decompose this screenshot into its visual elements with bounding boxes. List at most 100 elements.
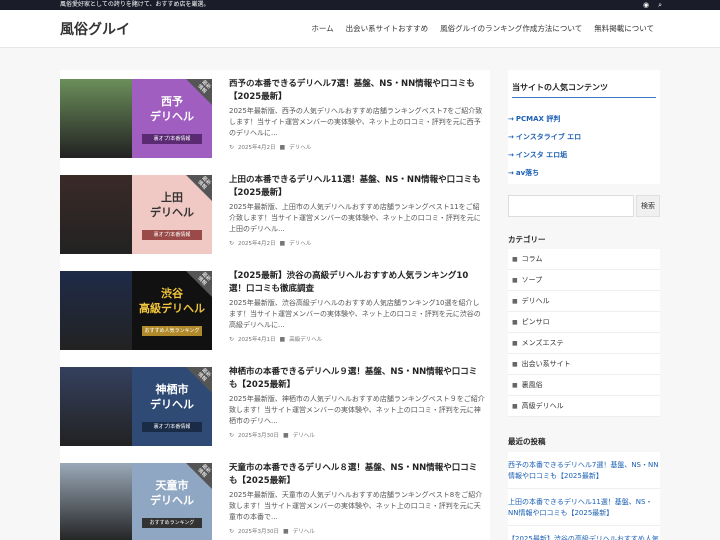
popular-link-label: インスタライブ エロ: [515, 133, 582, 141]
thumbnail-badge: おすすめ人気ランキング: [142, 326, 202, 336]
search-input[interactable]: [508, 195, 634, 217]
update-icon: ↻: [229, 335, 235, 343]
category-label: 出会い系サイト: [521, 360, 571, 368]
popular-link[interactable]: → PCMAX 評判: [508, 110, 660, 128]
thumbnail-badge: 裏オプ/本番情報: [142, 230, 202, 240]
folder-icon: ■: [283, 431, 289, 439]
topbar: 風俗愛好家としての誇りを賭けて、おすすめ店を厳選。 ◉ ⌕: [0, 0, 720, 10]
post-meta: ↻ 2025年3月30日 ■ デリヘル: [229, 527, 315, 536]
category-item[interactable]: ■ 出会い系サイト: [508, 354, 660, 375]
nav-deaikei[interactable]: 出会い系サイトおすすめ: [346, 23, 429, 34]
category-item[interactable]: ■ 高級デリヘル: [508, 396, 660, 417]
post-thumbnail[interactable]: 西予 デリヘル 裏オプ/本番情報 最新情報: [60, 79, 212, 158]
post-category-link[interactable]: デリヘル: [293, 431, 315, 439]
popular-link-label: インスタ エロ垢: [515, 151, 568, 159]
global-nav: ホーム 出会い系サイトおすすめ 風俗グルイのランキング作成方法について 無料掲載…: [299, 23, 654, 34]
site-header: 風俗グルイ ホーム 出会い系サイトおすすめ 風俗グルイのランキング作成方法につい…: [0, 10, 720, 48]
post-title[interactable]: 西予の本番できるデリヘル7選！基盤、NS・NN情報や口コミも【2025最新】: [229, 78, 485, 104]
popular-link-label: av落ち: [515, 169, 540, 177]
post-excerpt: 2025年最新版、神栖市の人気デリヘルおすすめ店舗ランキングベスト９をご紹介致し…: [229, 395, 485, 425]
recent-post-link[interactable]: 【2025最新】渋谷の高級デリヘルおすすめ人気: [508, 526, 660, 540]
category-label: 高級デリヘル: [521, 402, 564, 410]
popular-heading: 当サイトの人気コンテンツ: [512, 82, 656, 98]
folder-icon: ■: [512, 318, 518, 326]
folder-icon: ■: [512, 276, 518, 284]
arrow-right-icon: →: [508, 115, 514, 123]
folder-icon: ■: [512, 360, 518, 368]
post-category-link[interactable]: デリヘル: [289, 239, 311, 247]
post-category-link[interactable]: デリヘル: [289, 143, 311, 151]
thumbnail-badge: 裏オプ/本番情報: [142, 134, 202, 144]
post-item: 天童市 デリヘル おすすめランキング 最新情報 天童市の本番できるデリヘル８選！…: [60, 454, 490, 540]
post-category-link[interactable]: 高級デリヘル: [289, 335, 322, 343]
nav-home[interactable]: ホーム: [311, 23, 333, 34]
post-item: 渋谷 高級デリヘル おすすめ人気ランキング 最新情報 【2025最新】渋谷の高級…: [60, 262, 490, 354]
popular-link-label: PCMAX 評判: [515, 115, 561, 123]
post-item: 神栖市 デリヘル 裏オプ/本番情報 最新情報 神栖市の本番できるデリヘル９選！基…: [60, 358, 490, 450]
search-form: 検索: [508, 195, 660, 217]
post-date: 2025年4月2日: [238, 145, 276, 151]
post-date: 2025年3月30日: [238, 529, 280, 535]
rss-icon[interactable]: ◉: [643, 0, 649, 10]
category-item[interactable]: ■ 裏風俗: [508, 375, 660, 396]
recent-heading: 最近の投稿: [508, 437, 546, 446]
site-title[interactable]: 風俗グルイ: [60, 19, 130, 39]
thumbnail-photo: [60, 463, 136, 540]
post-item: 上田 デリヘル 裏オプ/本番情報 最新情報 上田の本番できるデリヘル11選！基盤…: [60, 166, 490, 258]
folder-icon: ■: [512, 402, 518, 410]
category-label: コラム: [521, 255, 543, 263]
folder-icon: ■: [512, 255, 518, 263]
post-category-link[interactable]: デリヘル: [293, 527, 315, 535]
popular-link[interactable]: → インスタライブ エロ: [508, 128, 660, 146]
popular-link[interactable]: → インスタ エロ垢: [508, 146, 660, 164]
post-thumbnail[interactable]: 神栖市 デリヘル 裏オプ/本番情報 最新情報: [60, 367, 212, 446]
post-date: 2025年4月2日: [238, 241, 276, 247]
post-thumbnail[interactable]: 上田 デリヘル 裏オプ/本番情報 最新情報: [60, 175, 212, 254]
thumbnail-badge: 裏オプ/本番情報: [142, 422, 202, 432]
category-label: デリヘル: [521, 297, 550, 305]
post-thumbnail[interactable]: 天童市 デリヘル おすすめランキング 最新情報: [60, 463, 212, 540]
folder-icon: ■: [279, 335, 286, 343]
nav-free-listing[interactable]: 無料掲載について: [594, 23, 654, 34]
post-title[interactable]: 上田の本番できるデリヘル11選！基盤、NS・NN情報や口コミも【2025最新】: [229, 174, 485, 200]
popular-link[interactable]: → av落ち: [508, 164, 660, 182]
post-meta: ↻ 2025年4月2日 ■ デリヘル: [229, 239, 311, 248]
thumbnail-photo: [60, 175, 136, 254]
search-icon[interactable]: ⌕: [658, 0, 662, 10]
category-item[interactable]: ■ コラム: [508, 249, 660, 270]
folder-icon: ■: [512, 297, 518, 305]
category-heading: カテゴリー: [508, 235, 546, 244]
category-item[interactable]: ■ ピンサロ: [508, 312, 660, 333]
post-meta: ↻ 2025年4月1日 ■ 高級デリヘル: [229, 335, 322, 344]
recent-posts-list: 西予の本番できるデリヘル7選！基盤、NS・NN情報や口コミも【2025最新】 上田…: [508, 452, 660, 540]
thumbnail-photo: [60, 271, 136, 350]
nav-ranking-method[interactable]: 風俗グルイのランキング作成方法について: [440, 23, 582, 34]
post-meta: ↻ 2025年3月30日 ■ デリヘル: [229, 431, 315, 440]
popular-widget: 当サイトの人気コンテンツ → PCMAX 評判 → インスタライブ エロ → インスタ エ…: [508, 70, 660, 184]
post-thumbnail[interactable]: 渋谷 高級デリヘル おすすめ人気ランキング 最新情報: [60, 271, 212, 350]
post-date: 2025年3月30日: [238, 433, 280, 439]
post-title[interactable]: 天童市の本番できるデリヘル８選！基盤、NS・NN情報や口コミも【2025最新】: [229, 462, 485, 488]
post-title[interactable]: 【2025最新】渋谷の高級デリヘルおすすめ人気ランキング10選！口コミも徹底調査: [229, 270, 485, 296]
category-list: ■ コラム ■ ソープ ■ デリヘル ■ ピンサロ ■ メンズエステ ■ 出会い系サイト ■ 裏風俗 ■ 高級…: [508, 249, 660, 417]
category-item[interactable]: ■ デリヘル: [508, 291, 660, 312]
category-label: メンズエステ: [521, 339, 564, 347]
update-icon: ↻: [229, 239, 235, 247]
recent-post-link[interactable]: 西予の本番できるデリヘル7選！基盤、NS・NN情報や口コミも【2025最新】: [508, 452, 660, 489]
folder-icon: ■: [283, 527, 289, 535]
update-icon: ↻: [229, 527, 235, 535]
post-meta: ↻ 2025年4月2日 ■ デリヘル: [229, 143, 311, 152]
post-title[interactable]: 神栖市の本番できるデリヘル９選！基盤、NS・NN情報や口コミも【2025最新】: [229, 366, 485, 392]
category-label: ソープ: [521, 276, 543, 284]
folder-icon: ■: [279, 239, 286, 247]
category-label: 裏風俗: [521, 381, 543, 389]
post-item: 西予 デリヘル 裏オプ/本番情報 最新情報 西予の本番できるデリヘル7選！基盤、…: [60, 70, 490, 162]
thumbnail-badge: おすすめランキング: [142, 518, 202, 528]
category-item[interactable]: ■ ソープ: [508, 270, 660, 291]
post-excerpt: 2025年最新版、西予の人気デリヘルおすすめ店舗ランキングベスト7をご紹介致しま…: [229, 107, 483, 137]
recent-post-link[interactable]: 上田の本番できるデリヘル11選！基盤、NS・NN情報や口コミも【2025最新】: [508, 489, 660, 526]
search-button[interactable]: 検索: [636, 195, 660, 217]
post-excerpt: 2025年最新版、天童市の人気デリヘルおすすめ店舗ランキングベスト8をご紹介致し…: [229, 491, 483, 521]
category-item[interactable]: ■ メンズエステ: [508, 333, 660, 354]
post-date: 2025年4月1日: [238, 337, 276, 343]
